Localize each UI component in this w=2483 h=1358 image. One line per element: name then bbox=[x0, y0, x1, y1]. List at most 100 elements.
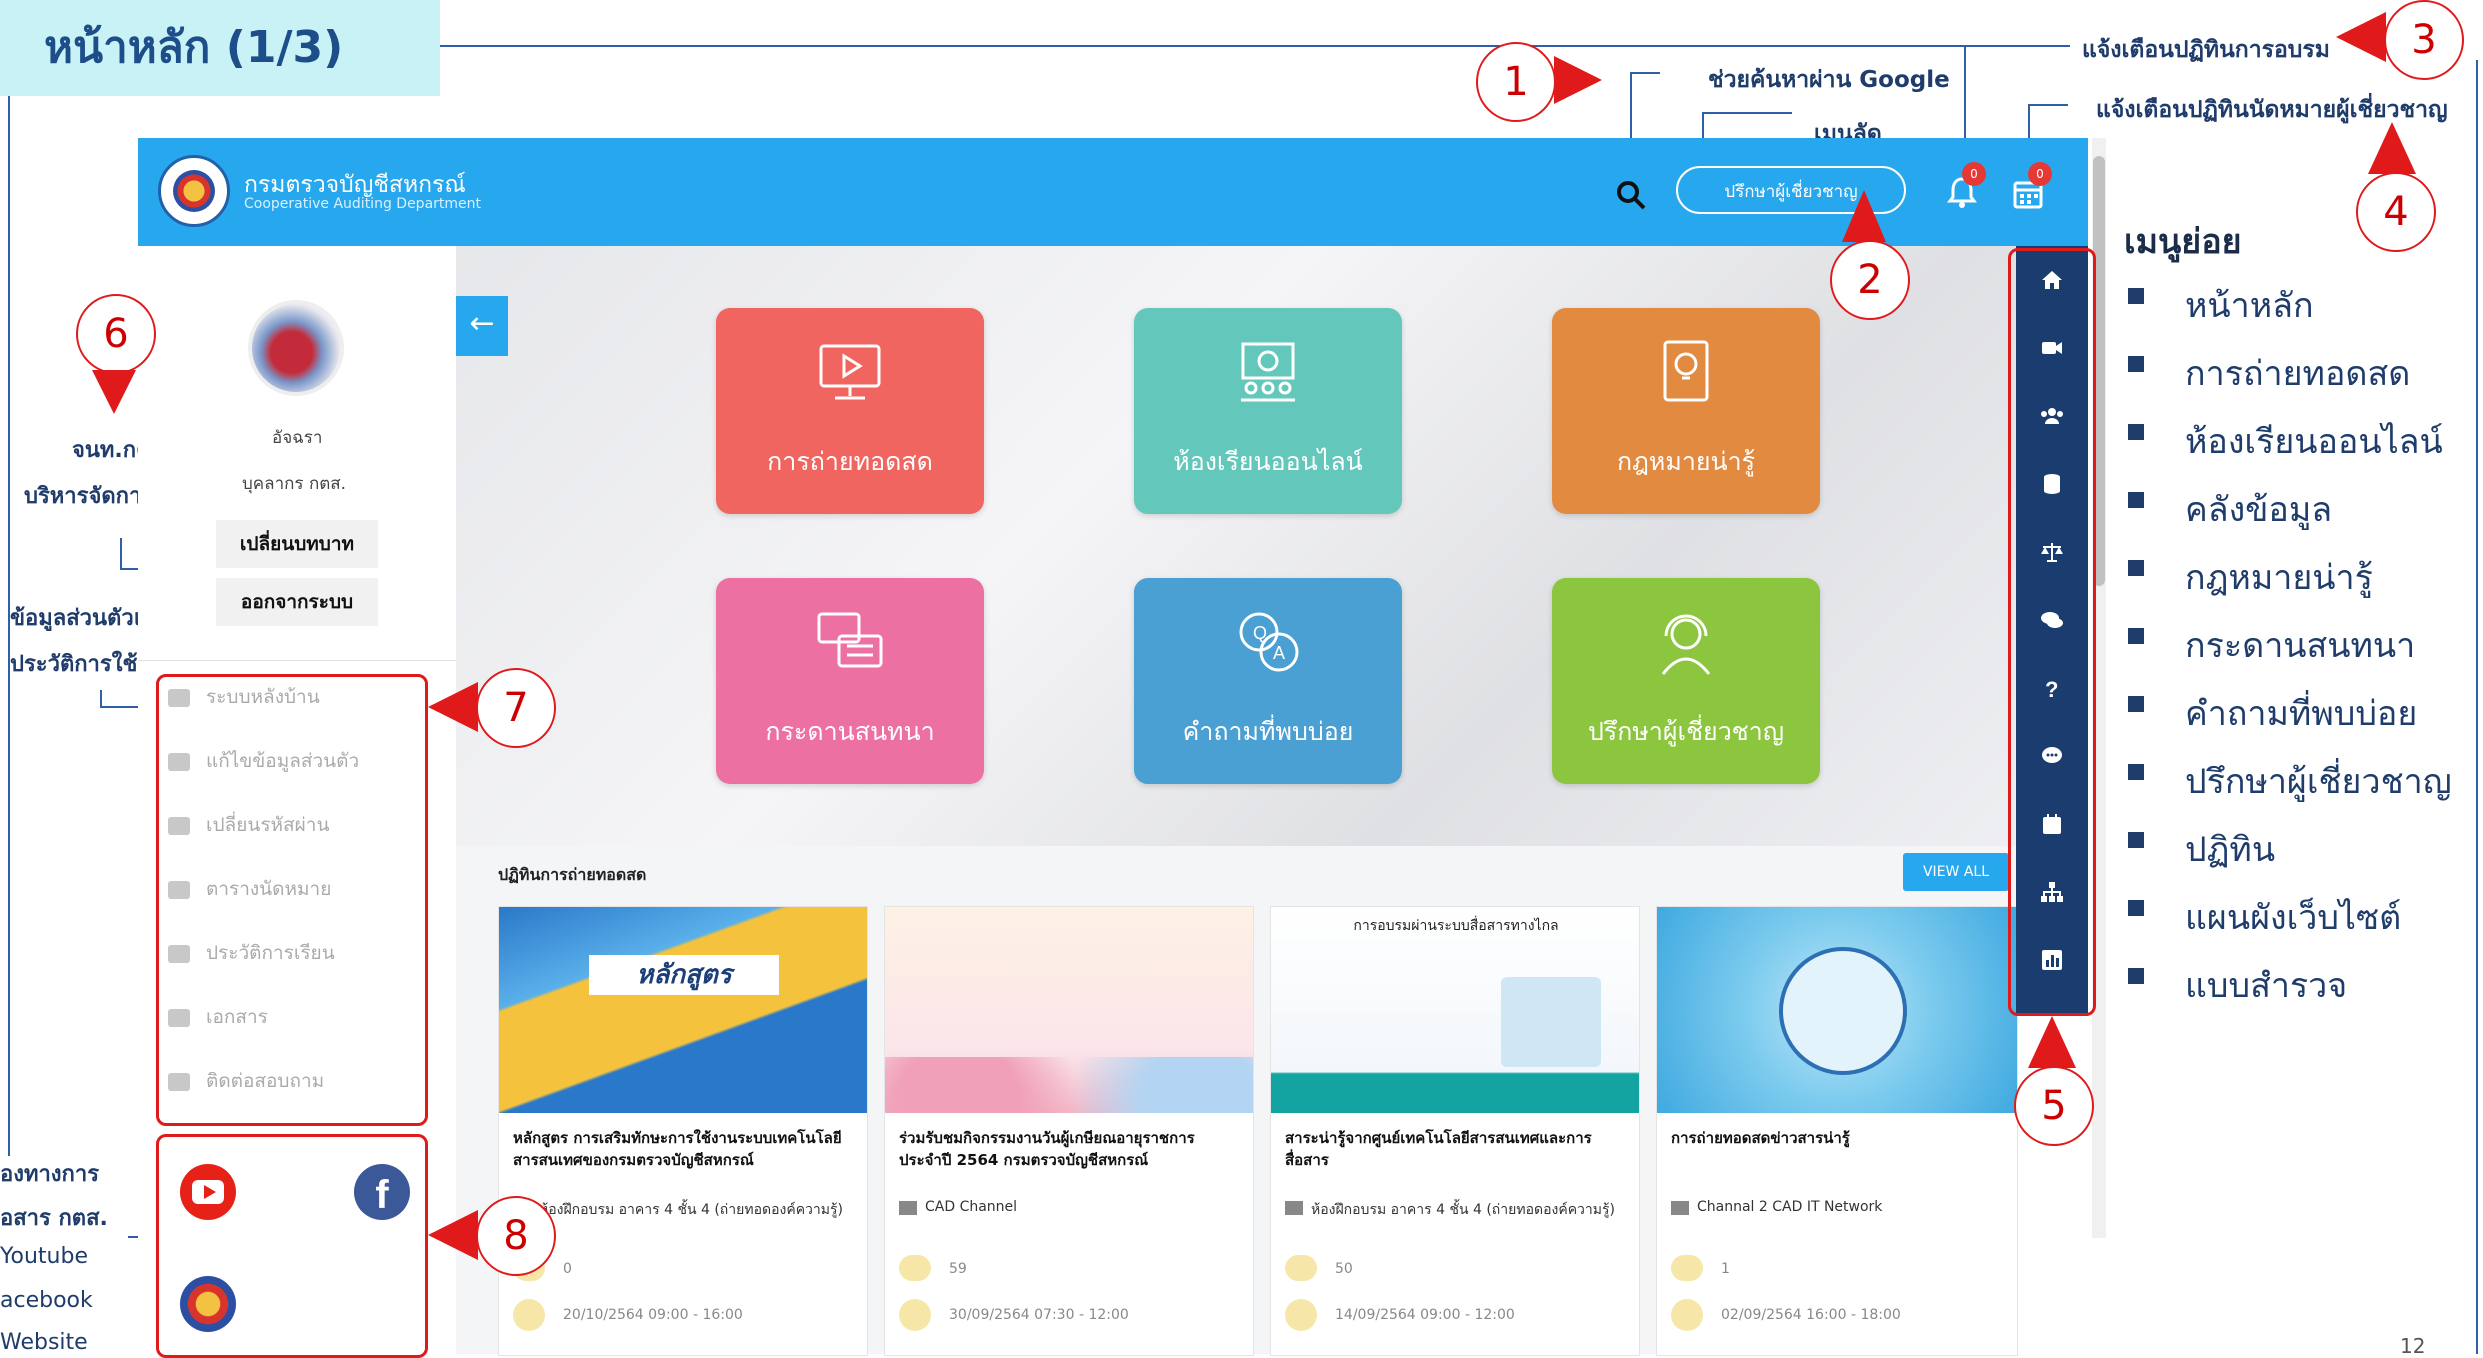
card-title: สาระน่ารู้จากศูนย์เทคโนโลยีสารสนเทศและกา… bbox=[1285, 1129, 1592, 1169]
connector-line bbox=[440, 45, 2070, 47]
tile-live-broadcast[interactable]: การถ่ายทอดสด bbox=[716, 308, 984, 514]
card-datetime: 02/09/2564 16:00 - 18:00 bbox=[1721, 1307, 1901, 1323]
thumb-label: การอบรมผ่านระบบสื่อสารทางไกล bbox=[1353, 918, 1559, 934]
bullet bbox=[2128, 560, 2144, 576]
avatar[interactable] bbox=[248, 300, 344, 396]
annotation-channels-2: อสาร กตส. bbox=[0, 1206, 108, 1231]
qa-icon: Q A bbox=[1239, 612, 1299, 672]
tile-law[interactable]: กฎหมายน่ารู้ bbox=[1552, 308, 1820, 514]
live-card[interactable]: ร่วมรับชมกิจกรรมงานวันผู้เกษียณอายุราชกา… bbox=[884, 906, 1254, 1356]
callout-3: 3 bbox=[2384, 0, 2464, 80]
callout-pointer bbox=[2028, 1016, 2076, 1068]
section-title: ปฏิทินการถ่ายทอดสด bbox=[498, 865, 647, 884]
calendar-icon bbox=[513, 1299, 545, 1331]
arrow-left-icon: ← bbox=[469, 306, 495, 341]
search-icon[interactable] bbox=[1616, 180, 1646, 210]
page-number: 12 bbox=[2400, 1334, 2426, 1358]
bell-badge: 0 bbox=[1962, 162, 1986, 186]
live-card[interactable]: หลักสูตร หลักสูตร การเสริมทักษะการใช้งาน… bbox=[498, 906, 868, 1356]
connector-line bbox=[2476, 60, 2478, 1354]
submenu-item: คลังข้อมูล bbox=[2185, 490, 2333, 530]
card-location: CAD Channel bbox=[925, 1199, 1018, 1215]
card-title: การถ่ายทอดสดข่าวสารน่ารู้ bbox=[1671, 1129, 1850, 1147]
live-card[interactable]: การถ่ายทอดสดข่าวสารน่ารู้ Channal 2 CAD … bbox=[1656, 906, 2018, 1356]
submenu-item: กระดานสนทนา bbox=[2185, 626, 2416, 666]
card-datetime: 20/10/2564 09:00 - 16:00 bbox=[563, 1307, 743, 1323]
card-thumbnail: หลักสูตร bbox=[499, 907, 867, 1113]
bullet bbox=[2128, 628, 2144, 644]
tile-faq[interactable]: Q A คำถามที่พบบ่อย bbox=[1134, 578, 1402, 784]
slide-title: หน้าหลัก (1/3) bbox=[0, 0, 440, 96]
video-icon bbox=[899, 1201, 917, 1215]
card-location: ห้องฝึกอบรม อาคาร 4 ชั้น 4 (ถ่ายทอดองค์ค… bbox=[539, 1202, 843, 1218]
callout-2: 2 bbox=[1830, 240, 1910, 320]
annotation-google-search: ช่วยค้นหาผ่าน Google bbox=[1708, 67, 1950, 93]
svg-text:A: A bbox=[1273, 643, 1285, 663]
video-icon bbox=[1671, 1201, 1689, 1215]
user-role: บุคลากร กตส. bbox=[242, 474, 347, 494]
eye-icon bbox=[1285, 1255, 1317, 1281]
classroom-icon bbox=[1241, 342, 1295, 402]
connector-line bbox=[1630, 72, 1660, 74]
live-card[interactable]: การอบรมผ่านระบบสื่อสารทางไกล สาระน่ารู้จ… bbox=[1270, 906, 1640, 1356]
tile-label: ห้องเรียนออนไลน์ bbox=[1173, 447, 1363, 476]
calendar-icon bbox=[1285, 1299, 1317, 1331]
bullet bbox=[2128, 832, 2144, 848]
callout-1: 1 bbox=[1476, 42, 1556, 122]
bullet bbox=[2128, 968, 2144, 984]
submenu-item: ปรึกษาผู้เชี่ยวชาญ bbox=[2185, 762, 2452, 802]
video-icon bbox=[1285, 1201, 1303, 1215]
calendar-icon bbox=[1671, 1299, 1703, 1331]
card-title: หลักสูตร การเสริมทักษะการใช้งานระบบเทคโน… bbox=[513, 1129, 842, 1169]
annotation-training-alert: แจ้งเตือนปฏิทินการอบรม bbox=[2082, 37, 2330, 63]
card-title: ร่วมรับชมกิจกรรมงานวันผู้เกษียณอายุราชกา… bbox=[899, 1129, 1195, 1169]
calendar-icon bbox=[899, 1299, 931, 1331]
connector-line bbox=[1702, 112, 1792, 114]
connector-line bbox=[120, 538, 122, 570]
eye-icon bbox=[1671, 1255, 1703, 1281]
department-logo[interactable] bbox=[158, 155, 230, 227]
callout-6: 6 bbox=[76, 294, 156, 374]
annotation-channels-3: Youtube bbox=[0, 1244, 88, 1269]
live-video-icon bbox=[819, 344, 881, 400]
logout-button[interactable]: ออกจากระบบ bbox=[216, 578, 378, 626]
bullet bbox=[2128, 356, 2144, 372]
bullet bbox=[2128, 424, 2144, 440]
callout-pointer bbox=[1554, 56, 1602, 104]
annotation-channels-5: Website bbox=[0, 1330, 88, 1355]
card-thumbnail: การอบรมผ่านระบบสื่อสารทางไกล bbox=[1271, 907, 1639, 1113]
callout-pointer bbox=[1842, 190, 1886, 242]
card-views: 59 bbox=[949, 1261, 967, 1277]
switch-role-button[interactable]: เปลี่ยนบทบาท bbox=[216, 520, 378, 568]
back-button[interactable]: ← bbox=[456, 296, 508, 356]
view-all-button[interactable]: VIEW ALL bbox=[1903, 853, 2009, 891]
submenu-title: เมนูย่อย bbox=[2124, 222, 2242, 262]
callout-pointer bbox=[428, 682, 478, 732]
tile-online-classroom[interactable]: ห้องเรียนออนไลน์ bbox=[1134, 308, 1402, 514]
tile-consult-expert[interactable]: ปรึกษาผู้เชี่ยวชาญ bbox=[1552, 578, 1820, 784]
thumb-label: หลักสูตร bbox=[589, 955, 779, 995]
submenu-item: ปฏิทิน bbox=[2185, 830, 2276, 870]
eye-icon bbox=[899, 1255, 931, 1281]
connector-line bbox=[100, 690, 102, 706]
tile-label: ปรึกษาผู้เชี่ยวชาญ bbox=[1587, 717, 1785, 746]
tile-label: คำถามที่พบบ่อย bbox=[1182, 717, 1354, 746]
annotation-channels-1: องทางการ bbox=[0, 1162, 100, 1187]
tile-discussion-board[interactable]: กระดานสนทนา bbox=[716, 578, 984, 784]
tile-label: กระดานสนทนา bbox=[765, 717, 935, 746]
annotation-channels-4: acebook bbox=[0, 1288, 93, 1313]
user-name: อัจฉรา bbox=[272, 428, 323, 448]
tile-label: การถ่ายทอดสด bbox=[767, 447, 933, 476]
callout-pointer bbox=[428, 1210, 478, 1260]
connector-line bbox=[2028, 104, 2068, 106]
card-datetime: 30/09/2564 07:30 - 12:00 bbox=[949, 1307, 1129, 1323]
callout-4: 4 bbox=[2356, 172, 2436, 252]
submenu-item: การถ่ายทอดสด bbox=[2185, 354, 2411, 394]
calendar-badge: 0 bbox=[2028, 162, 2052, 186]
callout-pointer bbox=[2336, 12, 2386, 62]
bullet bbox=[2128, 900, 2144, 916]
callout-7: 7 bbox=[476, 668, 556, 748]
callout-pointer bbox=[92, 370, 136, 414]
bullet bbox=[2128, 696, 2144, 712]
card-views: 0 bbox=[563, 1261, 572, 1277]
